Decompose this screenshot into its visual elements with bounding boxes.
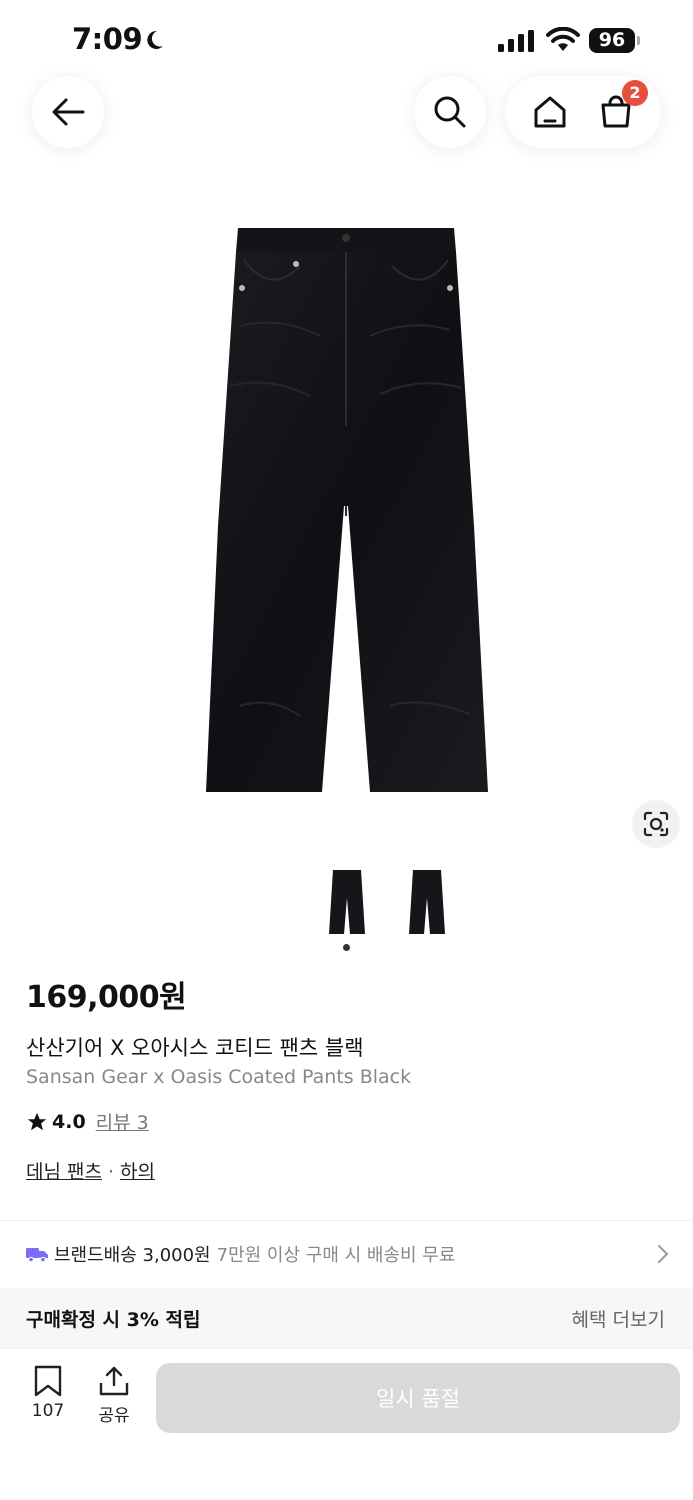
share-icon (99, 1366, 129, 1396)
arrow-left-icon (52, 98, 85, 126)
benefit-title: 구매확정 시 3% 적립 (26, 1308, 201, 1331)
search-button[interactable] (414, 76, 486, 148)
home-button[interactable] (530, 92, 570, 132)
visual-search-button[interactable] (632, 800, 680, 848)
chevron-right-icon (658, 1245, 669, 1263)
battery-indicator: 96 (589, 28, 635, 53)
star-icon (27, 1112, 47, 1130)
visual-search-icon (643, 811, 669, 837)
review-link[interactable]: 리뷰 3 (96, 1108, 149, 1135)
benefit-row[interactable]: 구매확정 시 3% 적립 혜택 더보기 (0, 1288, 693, 1348)
thumbnail-strip (0, 868, 693, 938)
category-link-denim-pants[interactable]: 데님 팬츠 (26, 1161, 102, 1183)
bookmark-button[interactable]: 107 (28, 1365, 68, 1421)
product-name-korean: 산산기어 X 오아시스 코티드 팬츠 블랙 (26, 1036, 364, 1060)
nav-button-group: 2 (505, 76, 661, 148)
product-name-english: Sansan Gear x Oasis Coated Pants Black (26, 1066, 412, 1088)
shipping-condition: 7만원 이상 구매 시 배송비 무료 (216, 1245, 456, 1266)
product-image-black-jeans[interactable] (200, 226, 492, 796)
share-button[interactable]: 공유 (94, 1365, 134, 1426)
back-button[interactable] (32, 76, 104, 148)
product-price: 169,000원 (26, 980, 187, 1015)
cart-count-badge: 2 (622, 80, 648, 106)
category-link-bottoms[interactable]: 하의 (120, 1161, 155, 1183)
home-icon (534, 96, 566, 128)
benefit-more-link[interactable]: 혜택 더보기 (572, 1305, 665, 1332)
product-rating: 4.0 리뷰 3 (26, 1108, 149, 1135)
thumbnail-image-front[interactable] (327, 868, 367, 936)
cellular-signal-icon (498, 30, 534, 52)
search-icon (434, 96, 466, 128)
status-time: 7:09 (72, 22, 143, 56)
section-divider (0, 1220, 693, 1221)
bottom-action-bar: 107 공유 일시 품절 (0, 1348, 693, 1500)
cart-button[interactable]: 2 (596, 80, 648, 132)
category-breadcrumb: 데님 팬츠 · 하의 (26, 1157, 155, 1184)
shipping-info-row[interactable]: 브랜드배송 3,000원 7만원 이상 구매 시 배송비 무료 (0, 1222, 693, 1286)
wifi-icon (546, 27, 580, 51)
shipping-label: 브랜드배송 3,000원 (54, 1245, 211, 1266)
sold-out-button[interactable]: 일시 품절 (156, 1363, 680, 1433)
thumbnail-image-back[interactable] (407, 868, 447, 936)
bookmark-count: 107 (31, 1401, 65, 1421)
moon-icon (147, 30, 163, 49)
battery-nub (637, 36, 640, 45)
status-bar: 7:09 96 (0, 0, 693, 80)
share-label: 공유 (98, 1406, 130, 1426)
rating-score: 4.0 (52, 1110, 86, 1133)
carousel-dot-active (343, 944, 350, 951)
delivery-truck-icon (26, 1248, 48, 1262)
bookmark-icon (34, 1365, 62, 1397)
category-separator: · (107, 1161, 115, 1183)
